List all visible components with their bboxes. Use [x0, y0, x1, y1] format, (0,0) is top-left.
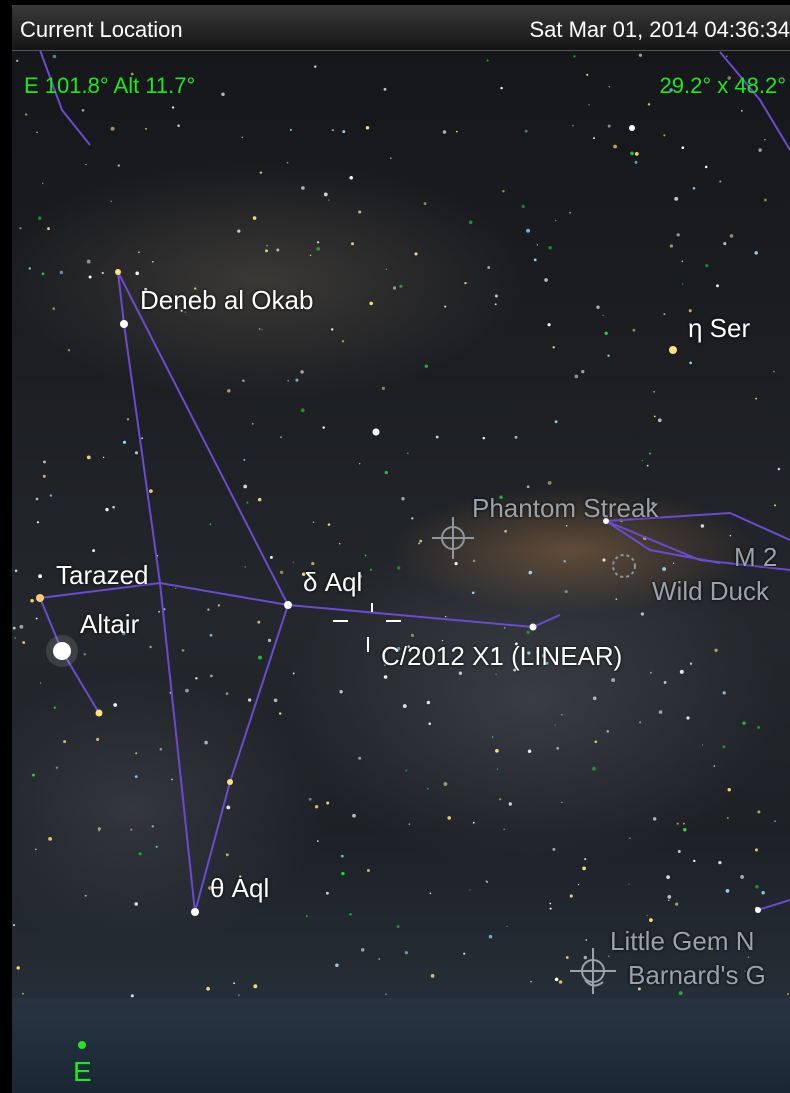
label-phantom-streak[interactable]: Phantom Streak	[472, 493, 658, 524]
star-bottom-right[interactable]	[755, 907, 761, 913]
compass-dot-icon	[78, 1041, 86, 1049]
label-m2[interactable]: M 2	[734, 542, 777, 573]
aquila-line-b	[117, 271, 290, 913]
star-99[interactable]	[95, 709, 103, 717]
star-mid[interactable]	[372, 428, 380, 436]
label-eta-ser[interactable]: η Ser	[688, 313, 750, 344]
deep-sky-icon[interactable]	[432, 517, 474, 559]
label-altair[interactable]: Altair	[80, 609, 139, 640]
star-deneb-al-okab[interactable]	[120, 320, 128, 328]
label-comet[interactable]: C/2012 X1 (LINEAR)	[381, 641, 622, 672]
label-theta-aql[interactable]: θ Aql	[210, 873, 269, 904]
location-label[interactable]: Current Location	[20, 17, 183, 43]
aquila-line-a	[117, 271, 196, 913]
compass-direction: E	[73, 1056, 92, 1087]
constellation-lines	[39, 49, 790, 913]
star-eta-ser[interactable]	[669, 346, 677, 354]
star-top[interactable]	[629, 125, 635, 131]
label-little-gem[interactable]: Little Gem N	[610, 926, 755, 957]
label-delta-aql[interactable]: δ Aql	[303, 567, 362, 598]
pointing-readout: E 101.8° Alt 11.7°	[24, 73, 196, 98]
star-lambda[interactable]	[227, 779, 233, 785]
bottom-right-line	[757, 899, 790, 911]
star-comet-near[interactable]	[529, 623, 537, 631]
star-delta-aql[interactable]	[284, 601, 292, 609]
field-of-view-readout: 29.2° x 48.2°	[659, 73, 786, 98]
top-right-line	[719, 51, 790, 151]
star-top-deneb[interactable]	[115, 269, 121, 275]
star-tarazed[interactable]	[36, 594, 44, 602]
label-tarazed[interactable]: Tarazed	[56, 560, 149, 591]
star-altair-glow	[46, 635, 78, 667]
crosshair-circle-icon[interactable]	[612, 554, 636, 578]
label-wild-duck[interactable]: Wild Duck	[652, 576, 769, 607]
sky-view[interactable]: Deneb al Okab η Ser Phantom Streak Taraz…	[0, 0, 790, 1093]
datetime-label[interactable]: Sat Mar 01, 2014 04:36:34	[529, 17, 790, 43]
star-theta-aql[interactable]	[191, 908, 199, 916]
label-deneb-al-okab[interactable]: Deneb al Okab	[140, 285, 313, 316]
label-barnards[interactable]: Barnard's G	[628, 960, 766, 991]
status-bar: Current Location Sat Mar 01, 2014 04:36:…	[12, 5, 790, 51]
